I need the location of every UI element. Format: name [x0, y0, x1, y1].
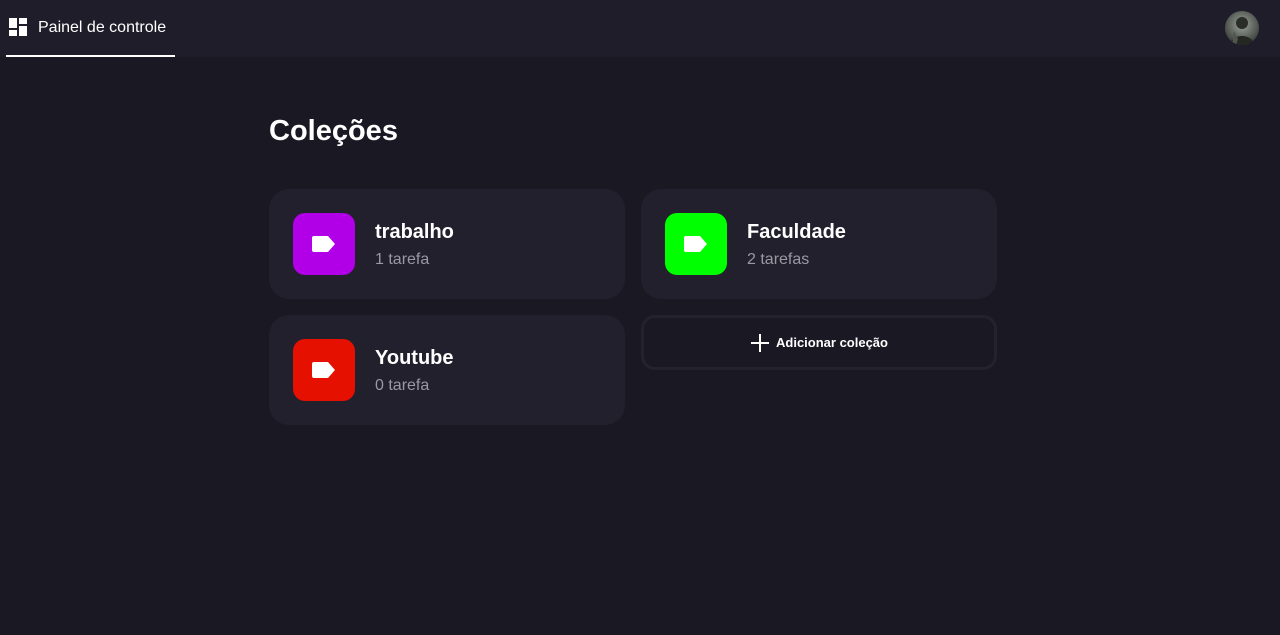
avatar-image: [1225, 11, 1259, 45]
nav-tab-dashboard[interactable]: Painel de controle: [6, 0, 175, 57]
add-collection-label: Adicionar coleção: [776, 335, 888, 350]
collection-task-count: 2 tarefas: [747, 251, 810, 268]
collection-color-badge: [293, 339, 355, 401]
collection-name: Faculdade: [747, 221, 846, 243]
collection-card-youtube[interactable]: Youtube 0 tarefa: [269, 315, 625, 425]
top-bar: Painel de controle: [0, 0, 1280, 57]
collection-card-faculdade[interactable]: Faculdade 2 tarefas: [641, 189, 997, 299]
collection-color-badge: [293, 213, 355, 275]
add-collection-button[interactable]: Adicionar coleção: [641, 315, 997, 370]
dashboard-icon: [9, 18, 27, 36]
collection-task-count: 0 tarefa: [375, 377, 430, 394]
collection-name: Youtube: [375, 347, 454, 369]
tag-icon: [312, 236, 335, 252]
tag-icon: [312, 362, 335, 378]
tag-icon: [684, 236, 707, 252]
collection-card-trabalho[interactable]: trabalho 1 tarefa: [269, 189, 625, 299]
plus-icon: [751, 333, 769, 352]
page-title: Coleções: [269, 115, 398, 147]
collection-color-badge: [665, 213, 727, 275]
collection-task-count: 1 tarefa: [375, 251, 430, 268]
user-avatar[interactable]: [1225, 11, 1259, 45]
nav-tab-label: Painel de controle: [38, 19, 167, 36]
collection-name: trabalho: [375, 221, 454, 243]
